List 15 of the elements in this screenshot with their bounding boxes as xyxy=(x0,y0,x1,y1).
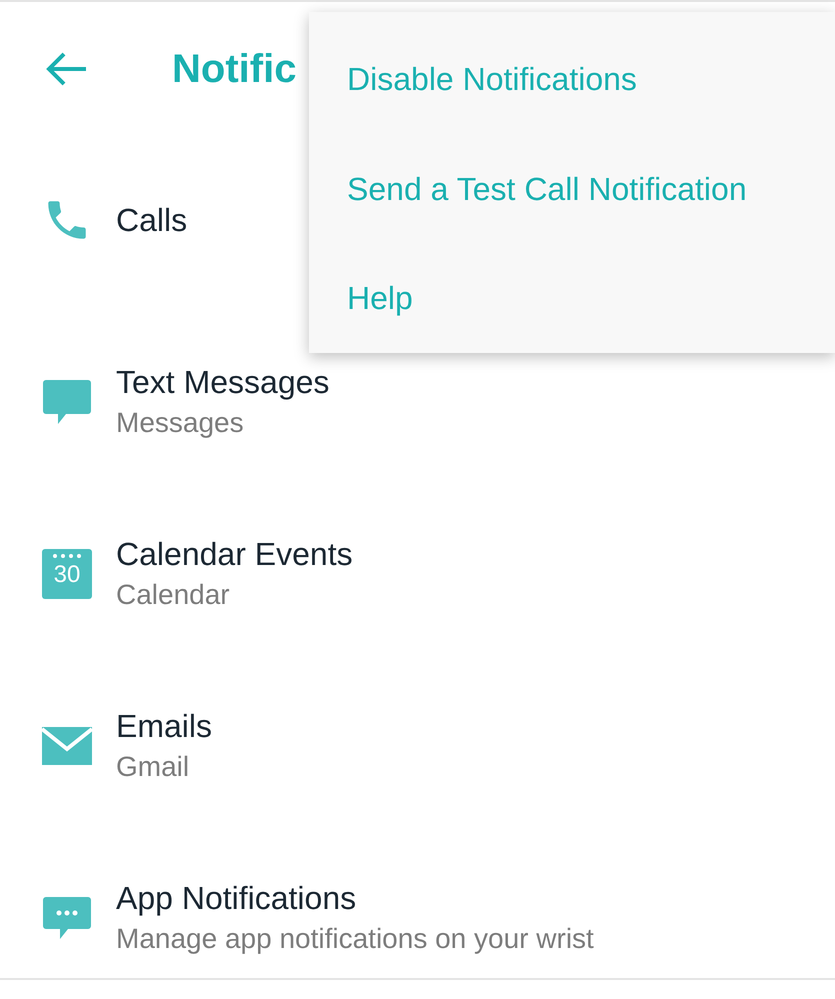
item-title[interactable]: Calls xyxy=(116,199,188,241)
chat-bubble-icon xyxy=(42,378,92,426)
back-arrow-icon[interactable] xyxy=(44,51,88,87)
item-title[interactable]: Text Messages xyxy=(116,361,330,403)
envelope-icon xyxy=(42,727,92,765)
chat-dots-icon xyxy=(42,895,92,941)
item-title[interactable]: Emails xyxy=(116,705,212,747)
item-title[interactable]: App Notifications xyxy=(116,877,594,919)
item-subtitle: Manage app notifications on your wrist xyxy=(116,922,594,956)
item-subtitle: Messages xyxy=(116,406,245,440)
item-subtitle: Calendar xyxy=(116,578,231,612)
calendar-icon: 30 xyxy=(42,549,92,599)
page-title: Notific xyxy=(172,46,296,93)
item-subtitle: Gmail xyxy=(116,750,190,784)
item-title[interactable]: Calendar Events xyxy=(116,533,353,575)
